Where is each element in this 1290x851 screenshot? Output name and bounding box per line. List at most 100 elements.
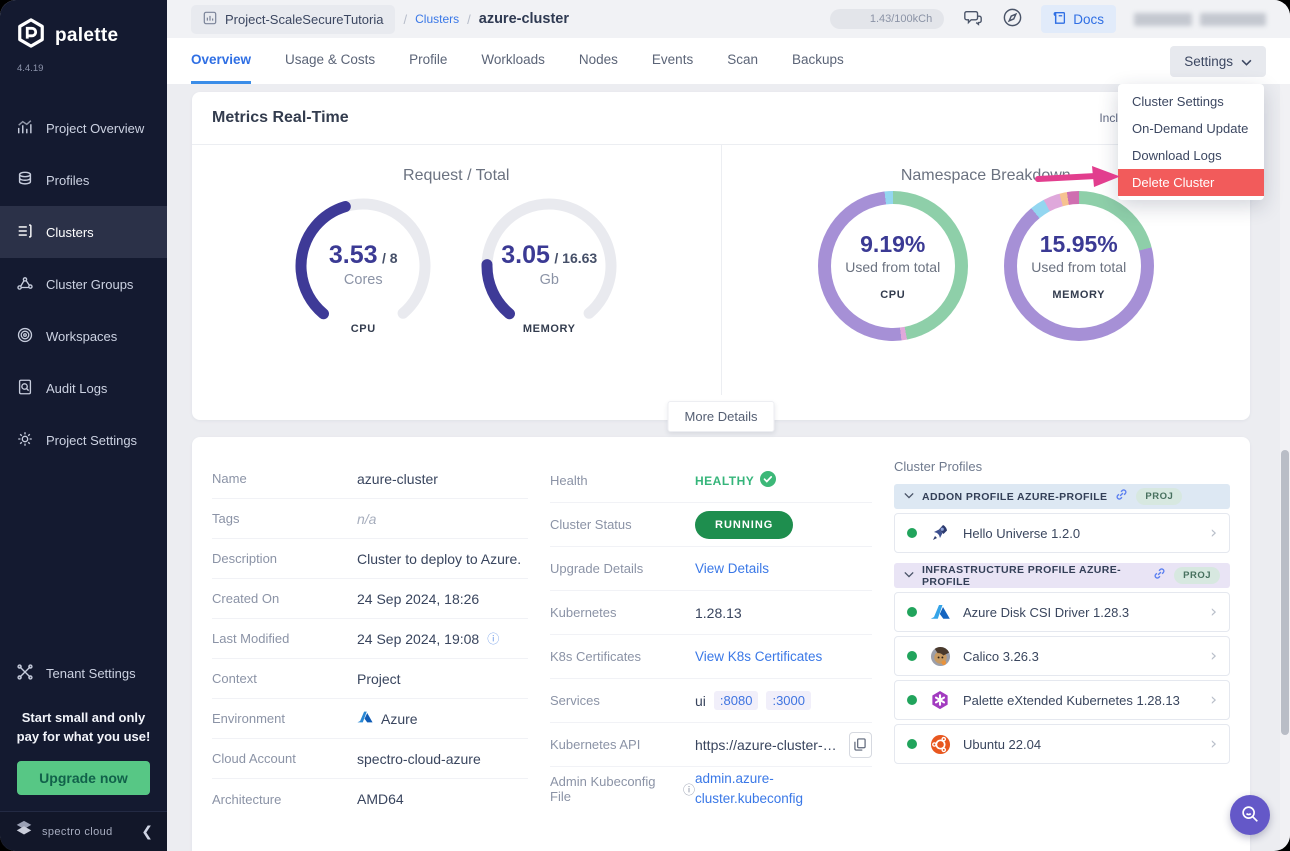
copy-api-url-button[interactable] [848,731,872,758]
detail-value: Azure [381,710,418,727]
help-search-fab[interactable] [1230,795,1270,835]
breadcrumb-project-chip[interactable]: Project-ScaleSecureTutoria [191,4,396,34]
profile-pack-row-hello-universe[interactable]: Hello Universe 1.2.0 › [894,513,1230,553]
sidebar-item-label: Project Settings [46,432,138,448]
docs-button[interactable]: Docs [1041,5,1116,33]
memory-gauge-chart: 3.05 / 16.63 Gb MEMORY [474,191,624,341]
detail-label: Admin Kubeconfig File [550,774,656,805]
sidebar-item-profiles[interactable]: Profiles [0,154,167,206]
app-version: 4.4.19 [17,63,44,74]
collapse-sidebar-icon[interactable]: ❮ [141,823,153,840]
tab-usage-costs[interactable]: Usage & Costs [285,38,375,84]
detail-row-kubernetes-api: Kubernetes API https://azure-cluster-cf4… [550,723,872,767]
cpu-donut-percent: 9.19% [860,231,926,257]
tab-events[interactable]: Events [652,38,693,84]
memory-donut-chart: 15.95% Used from total MEMORY [1003,191,1154,341]
menu-item-cluster-settings[interactable]: Cluster Settings [1118,88,1264,115]
tab-workloads[interactable]: Workloads [481,38,545,84]
metrics-title: Metrics Real-Time [212,109,349,126]
chevron-right-icon: › [1210,646,1217,666]
gear-icon [16,430,34,451]
user-account-redacted[interactable] [1134,12,1266,26]
sidebar-item-audit-logs[interactable]: Audit Logs [0,362,167,414]
view-k8s-certificates-link[interactable]: View K8s Certificates [695,649,822,664]
cpu-donut-subtitle: Used from total [845,259,941,275]
vertical-scrollbar[interactable] [1280,84,1290,851]
kubeconfig-download-link[interactable]: admin.azure-cluster.kubeconfig [695,769,835,810]
breadcrumb-separator: / [467,11,471,27]
sidebar-item-clusters[interactable]: Clusters [0,206,167,258]
info-icon[interactable]: ⓘ [487,630,499,647]
book-icon [1053,10,1067,28]
cpu-gauge-value: 3.53 [328,241,378,269]
detail-value: spectro-cloud-azure [357,750,481,767]
addon-profile-header[interactable]: ADDON PROFILE AZURE-PROFILE PROJ [894,484,1230,509]
status-dot-green [907,607,917,617]
memory-gauge-value: 3.05 [501,241,550,269]
palette-logo-icon [16,18,46,53]
tab-nodes[interactable]: Nodes [579,38,618,84]
pack-name: Azure Disk CSI Driver 1.28.3 [963,604,1130,620]
health-status-text: HEALTHY [695,473,755,488]
detail-label: Cloud Account [212,751,296,766]
status-dot-green [907,528,917,538]
menu-item-download-logs[interactable]: Download Logs [1118,142,1264,169]
sidebar-item-project-overview[interactable]: Project Overview [0,102,167,154]
more-details-button[interactable]: More Details [667,401,775,432]
chevron-down-icon [904,570,914,581]
menu-item-on-demand-update[interactable]: On-Demand Update [1118,115,1264,142]
detail-row-services: Services ui :8080 :3000 [550,679,872,723]
tab-overview[interactable]: Overview [191,38,252,84]
scrollbar-thumb[interactable] [1281,450,1289,735]
sidebar-item-project-settings[interactable]: Project Settings [0,414,167,466]
detail-row-created: Created On 24 Sep 2024, 18:26 [212,579,528,619]
settings-dropdown-button[interactable]: Settings [1170,45,1266,77]
detail-row-description: Description Cluster to deploy to Azure. [212,539,528,579]
sidebar-item-label: Audit Logs [46,380,108,396]
help-compass-button[interactable] [1002,7,1023,31]
link-icon [1153,567,1166,585]
sidebar-item-tenant-settings[interactable]: Tenant Settings [0,647,167,699]
sidebar-item-workspaces[interactable]: Workspaces [0,310,167,362]
ubuntu-icon [929,733,951,755]
memory-donut-label: MEMORY [1052,289,1106,301]
chat-feedback-button[interactable] [962,8,984,31]
view-details-link[interactable]: View Details [695,561,769,576]
service-port-link[interactable]: :8080 [713,691,759,710]
profile-pack-row-pxk[interactable]: Palette eXtended Kubernetes 1.28.13 › [894,680,1230,720]
breadcrumb-clusters-link[interactable]: Clusters [415,12,459,26]
tab-profile[interactable]: Profile [409,38,447,84]
menu-item-delete-cluster[interactable]: Delete Cluster [1118,169,1264,196]
pack-name: Palette eXtended Kubernetes 1.28.13 [963,692,1180,708]
cpu-donut-label: CPU [880,289,906,301]
link-icon [1115,488,1128,506]
document-search-icon [16,378,34,399]
detail-label: K8s Certificates [550,649,642,664]
tab-backups[interactable]: Backups [792,38,844,84]
profile-group-name: ADDON PROFILE AZURE-PROFILE [922,490,1108,503]
memory-donut-subtitle: Used from total [1031,259,1127,275]
detail-label: Description [212,551,278,566]
promo-text: Start small and only pay for what you us… [16,710,151,745]
detail-row-modified: Last Modified 24 Sep 2024, 19:08 ⓘ [212,619,528,659]
service-port-link[interactable]: :3000 [766,691,811,710]
usage-quota-badge[interactable]: 1.43/100kCh [829,9,945,29]
tab-scan[interactable]: Scan [727,38,758,84]
metrics-realtime-card: Metrics Real-Time Incl Request / Total 3… [192,92,1250,432]
main-area: Project-ScaleSecureTutoria / Clusters / … [167,0,1290,851]
network-nodes-icon [16,274,34,295]
sidebar-item-cluster-groups[interactable]: Cluster Groups [0,258,167,310]
top-header: Project-ScaleSecureTutoria / Clusters / … [167,0,1290,38]
profile-pack-row-ubuntu[interactable]: Ubuntu 22.04 › [894,724,1230,764]
project-scope-badge: PROJ [1136,488,1183,505]
cpu-gauge-chart: 3.53 / 8 Cores CPU [288,191,438,341]
detail-row-architecture: Architecture AMD64 [212,779,528,819]
profile-pack-row-azure-disk[interactable]: Azure Disk CSI Driver 1.28.3 › [894,592,1230,632]
info-icon[interactable]: ⓘ [683,781,695,798]
api-url-text: https://azure-cluster-cf42... [695,736,841,753]
upgrade-now-button[interactable]: Upgrade now [17,761,150,795]
infrastructure-profile-header[interactable]: INFRASTRUCTURE PROFILE AZURE-PROFILE PRO… [894,563,1230,588]
profile-pack-row-calico[interactable]: Calico 3.26.3 › [894,636,1230,676]
request-total-title: Request / Total [403,167,510,184]
detail-row-upgrade: Upgrade Details View Details [550,547,872,591]
